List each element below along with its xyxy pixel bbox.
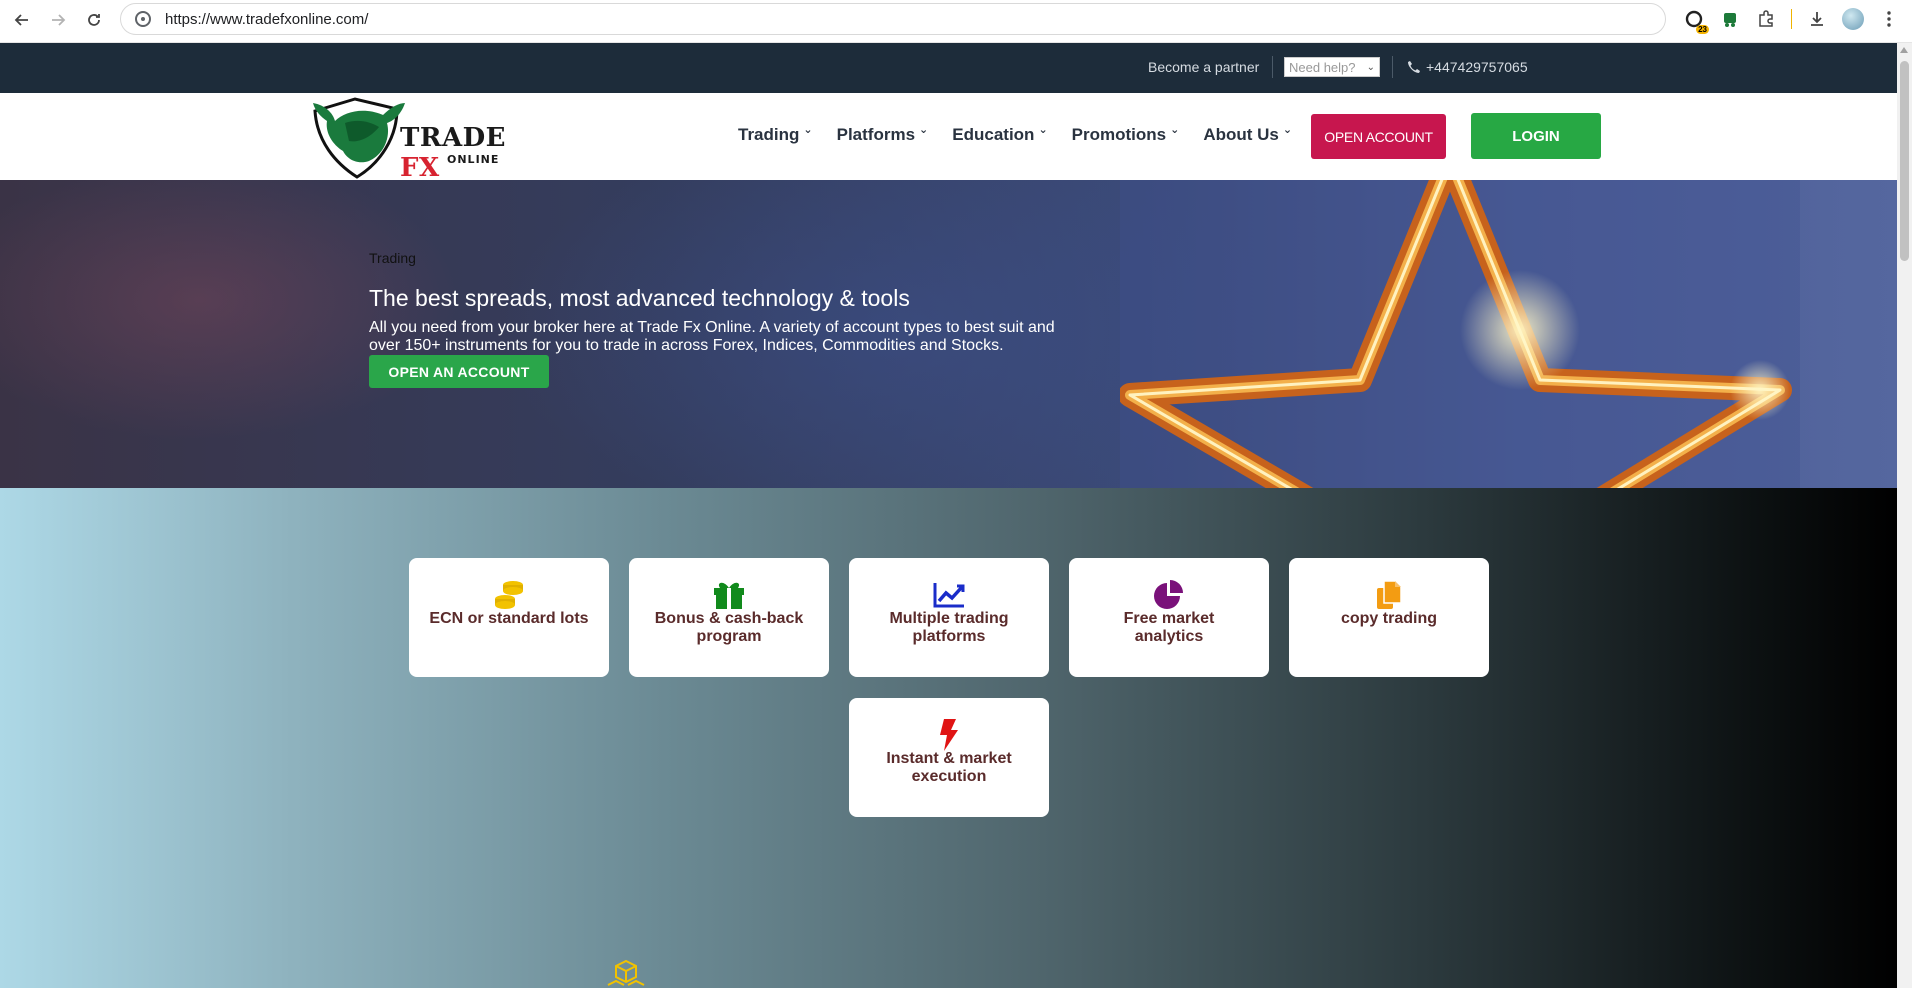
chevron-down-icon: ⌄ bbox=[803, 124, 813, 136]
forward-button[interactable] bbox=[40, 2, 76, 38]
browser-toolbar: https://www.tradefxonline.com/ 23 bbox=[0, 0, 1912, 43]
scrollbar-thumb[interactable] bbox=[1900, 61, 1909, 261]
profile-avatar[interactable] bbox=[1842, 8, 1864, 30]
cubes-icon bbox=[607, 959, 645, 986]
logo-subtitle: ONLINE bbox=[447, 153, 500, 166]
hero-title: The best spreads, most advanced technolo… bbox=[369, 285, 910, 311]
feature-card[interactable]: Bonus & cash-back program bbox=[629, 558, 829, 677]
feature-card[interactable]: ECN or standard lots bbox=[409, 558, 609, 677]
nav-trading[interactable]: Trading ⌄ bbox=[738, 124, 813, 145]
become-partner-link[interactable]: Become a partner bbox=[1148, 59, 1259, 75]
copy-icon bbox=[1371, 580, 1407, 610]
breadcrumb[interactable]: Trading bbox=[369, 250, 416, 266]
main-nav: Trading ⌄ Platforms ⌄ Education ⌄ Promotion… bbox=[738, 124, 1316, 145]
site-logo[interactable]: TRADE FX ONLINE bbox=[305, 93, 550, 183]
phone-number: +447429757065 bbox=[1426, 59, 1528, 75]
reload-icon bbox=[88, 14, 100, 26]
coins-icon bbox=[491, 580, 527, 610]
feature-label: Free market analytics bbox=[1123, 610, 1215, 645]
feature-label: Multiple trading platforms bbox=[889, 610, 1009, 645]
nav-about-us[interactable]: About Us ⌄ bbox=[1203, 124, 1293, 145]
bolt-icon bbox=[931, 719, 967, 751]
features-section: ECN or standard lots Bonus & cash-back p… bbox=[0, 488, 1897, 988]
scroll-up-icon[interactable] bbox=[1900, 47, 1908, 53]
reload-button[interactable] bbox=[76, 2, 112, 38]
bull-shield-logo-icon bbox=[313, 97, 405, 179]
chevron-down-icon: ⌄ bbox=[1282, 124, 1293, 136]
nav-education[interactable]: Education ⌄ bbox=[952, 124, 1048, 145]
feature-card[interactable]: Multiple trading platforms bbox=[849, 558, 1049, 677]
feature-label: copy trading bbox=[1340, 610, 1437, 627]
pie-chart-icon bbox=[1151, 580, 1187, 610]
phone-icon bbox=[1408, 61, 1420, 73]
topbar-divider bbox=[1272, 56, 1273, 78]
chart-line-icon bbox=[931, 580, 967, 610]
page-scrollbar[interactable] bbox=[1897, 43, 1912, 988]
feature-card[interactable]: Free market analytics bbox=[1069, 558, 1269, 677]
phone-link[interactable]: +447429757065 bbox=[1407, 59, 1528, 75]
open-account-button[interactable]: OPEN ACCOUNT bbox=[1311, 114, 1446, 159]
extension-green-icon[interactable] bbox=[1719, 8, 1741, 30]
chevron-down-icon: ⌄ bbox=[1366, 61, 1375, 73]
top-info-bar: Become a partner Need help? ⌄ +447429757… bbox=[0, 43, 1897, 93]
topbar-divider bbox=[1392, 56, 1393, 78]
arrow-left-icon bbox=[14, 14, 28, 26]
feature-card[interactable]: copy trading bbox=[1289, 558, 1489, 677]
puzzle-icon[interactable] bbox=[1755, 8, 1777, 30]
need-help-select[interactable]: Need help? ⌄ bbox=[1284, 57, 1380, 77]
chevron-down-icon: ⌄ bbox=[1170, 124, 1180, 136]
extension-badge-icon[interactable]: 23 bbox=[1683, 8, 1709, 34]
site-info-icon[interactable] bbox=[135, 11, 151, 27]
chevron-down-icon: ⌄ bbox=[1038, 124, 1048, 136]
toolbar-separator bbox=[1791, 9, 1792, 29]
login-button[interactable]: LOGIN bbox=[1471, 113, 1601, 159]
glowing-star-image bbox=[1120, 180, 1800, 488]
feature-label: Instant & market execution bbox=[886, 750, 1012, 785]
address-bar[interactable]: https://www.tradefxonline.com/ bbox=[120, 3, 1666, 35]
download-icon[interactable] bbox=[1806, 8, 1828, 30]
nav-promotions[interactable]: Promotions ⌄ bbox=[1072, 124, 1180, 145]
arrow-right-icon bbox=[52, 14, 66, 26]
feature-card[interactable]: Instant & market execution bbox=[849, 698, 1049, 817]
extensions-area: 23 bbox=[1683, 0, 1912, 38]
nav-platforms[interactable]: Platforms ⌄ bbox=[837, 124, 929, 145]
kebab-menu-icon[interactable] bbox=[1878, 8, 1900, 30]
feature-label: Bonus & cash-back program bbox=[654, 610, 804, 645]
gift-icon bbox=[711, 580, 747, 610]
hero-banner: Trading The best spreads, most advanced … bbox=[0, 180, 1897, 488]
need-help-value: Need help? bbox=[1289, 59, 1356, 75]
hero-description: All you need from your broker here at Tr… bbox=[369, 319, 1055, 354]
feature-label: ECN or standard lots bbox=[429, 610, 589, 627]
open-an-account-button[interactable]: OPEN AN ACCOUNT bbox=[369, 355, 549, 388]
back-button[interactable] bbox=[4, 2, 40, 38]
chevron-down-icon: ⌄ bbox=[919, 124, 929, 136]
url-text: https://www.tradefxonline.com/ bbox=[165, 10, 369, 28]
site-header: TRADE FX ONLINE Trading ⌄ Platforms ⌄ Educ… bbox=[0, 93, 1897, 183]
extension-badge-count: 23 bbox=[1696, 25, 1709, 34]
